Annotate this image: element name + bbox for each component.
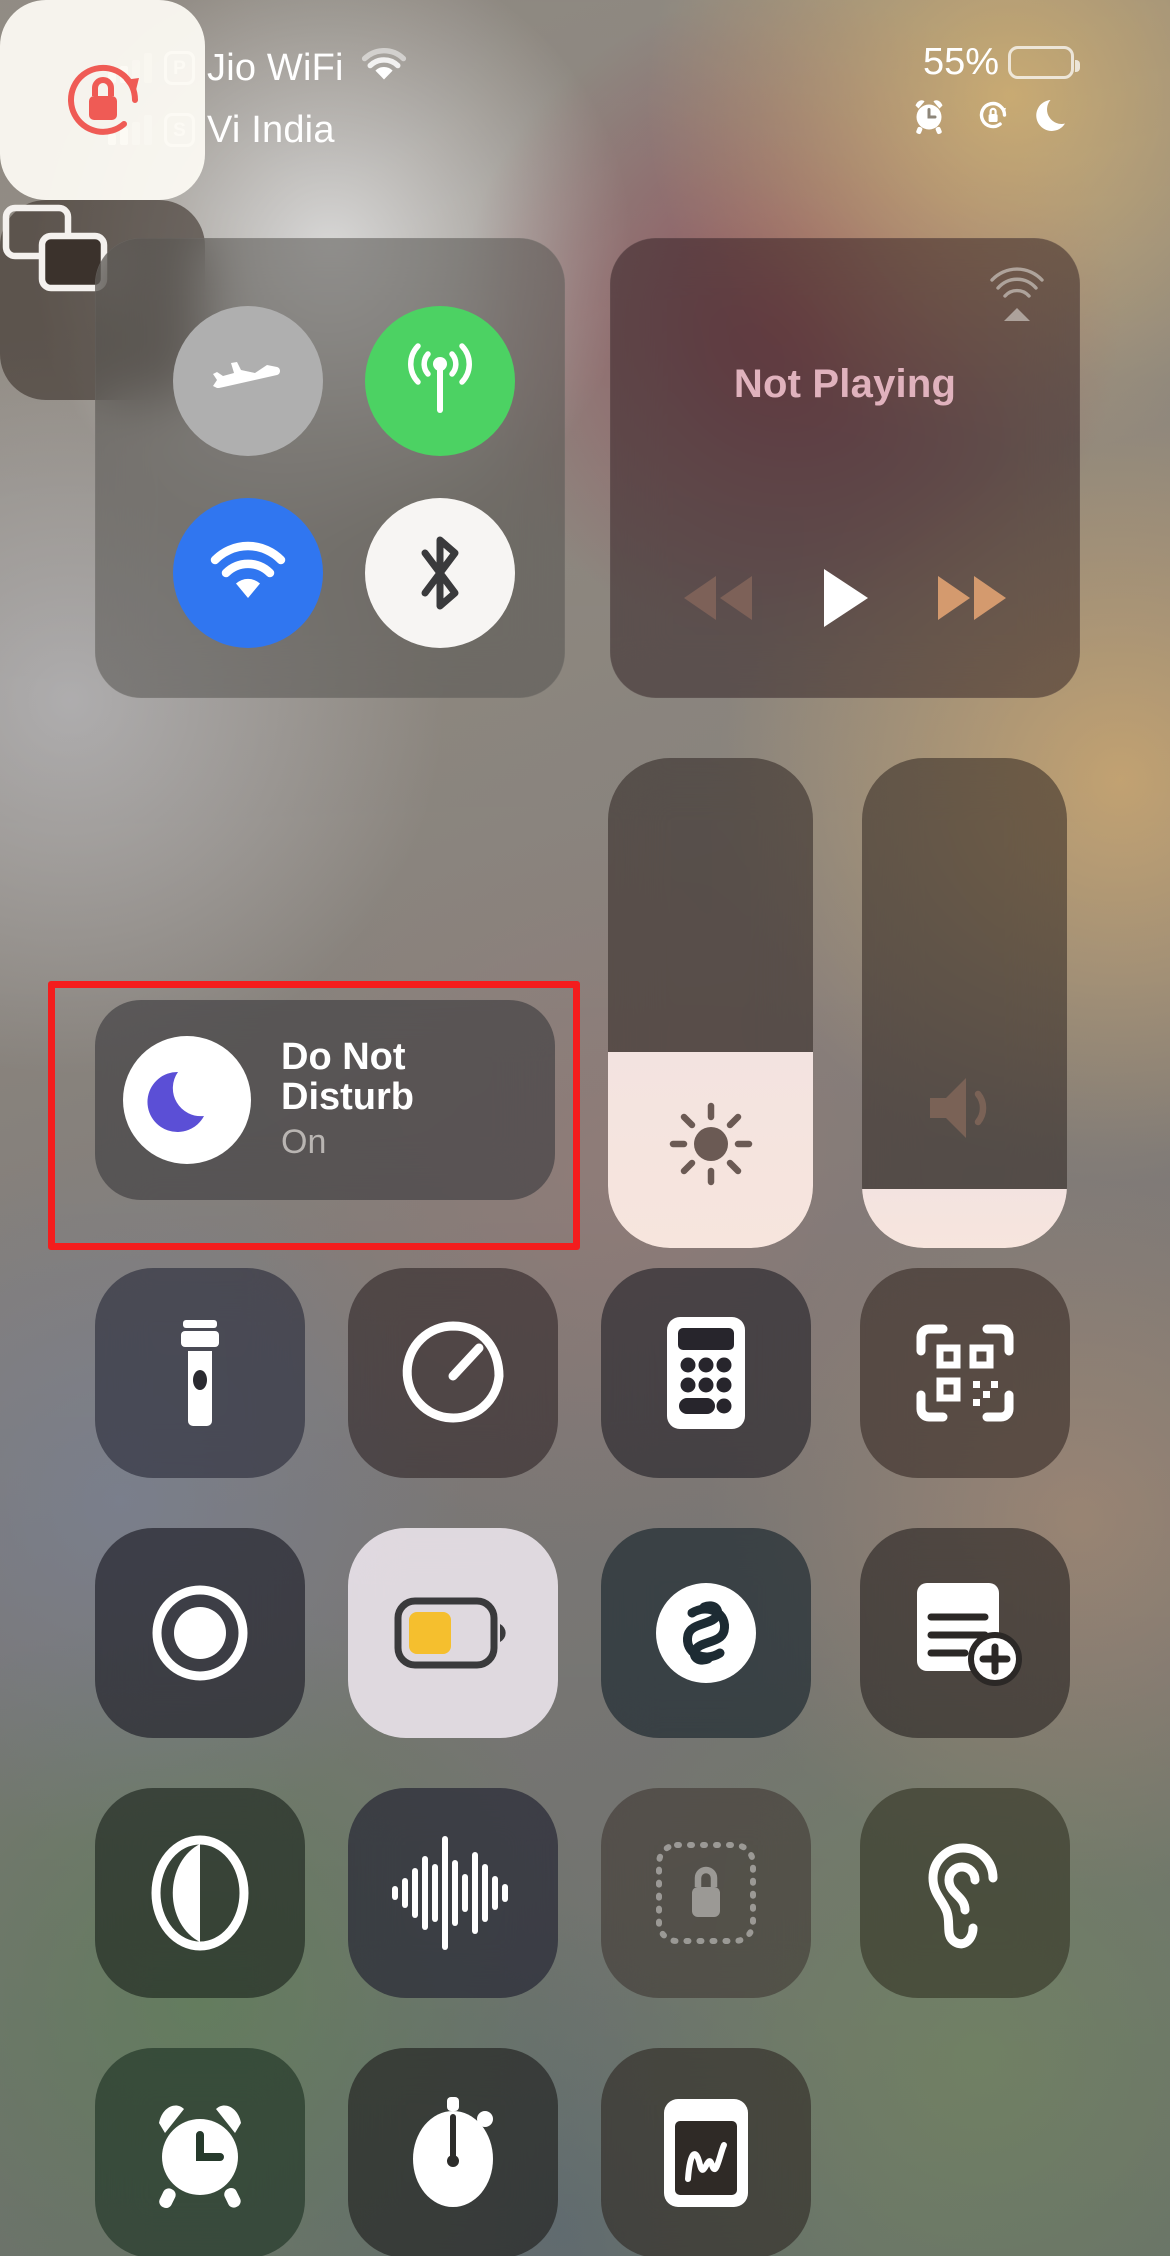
calculator-icon — [667, 1317, 745, 1429]
bluetooth-icon — [421, 536, 459, 610]
volume-icon — [862, 1072, 1067, 1144]
media-transport-controls — [610, 560, 1080, 636]
guided-access-tile[interactable] — [601, 1788, 811, 1998]
volume-slider-fill — [862, 1189, 1067, 1248]
dnd-icon-circle — [123, 1036, 251, 1164]
now-playing-module[interactable]: Not Playing — [610, 238, 1080, 698]
code-scanner-tile[interactable] — [860, 1268, 1070, 1478]
timer-icon — [401, 1320, 505, 1426]
flashlight-tile[interactable] — [95, 1268, 305, 1478]
connectivity-module[interactable] — [95, 238, 565, 698]
cellular-antenna-icon — [408, 343, 472, 413]
ear-icon — [917, 1836, 1013, 1950]
wifi-icon — [210, 541, 286, 598]
voice-memos-tile[interactable] — [348, 1788, 558, 1998]
fast-forward-button[interactable] — [912, 560, 1032, 636]
dark-mode-icon — [149, 1835, 251, 1951]
rotation-lock-tile[interactable] — [0, 0, 205, 200]
stopwatch-icon — [403, 2095, 503, 2211]
dnd-title: Do Not Disturb — [281, 1035, 414, 1118]
cellular-data-button[interactable] — [365, 306, 515, 456]
wifi-button[interactable] — [173, 498, 323, 648]
moon-icon — [147, 1071, 204, 1132]
low-power-mode-tile[interactable] — [348, 1528, 558, 1738]
calculator-tile[interactable] — [601, 1268, 811, 1478]
lock-dotted-icon — [651, 1837, 761, 1949]
waveform-icon — [388, 1833, 518, 1953]
timer-tile[interactable] — [348, 1268, 558, 1478]
airplane-mode-button[interactable] — [173, 306, 323, 456]
volume-slider[interactable] — [862, 758, 1067, 1248]
screen-mirroring-icon — [2, 204, 108, 292]
dark-mode-tile[interactable] — [95, 1788, 305, 1998]
brightness-icon — [608, 1098, 813, 1190]
magnifier-card-icon — [658, 2095, 754, 2211]
alarm-clock-icon — [144, 2095, 256, 2211]
fast-forward-icon — [938, 576, 1006, 620]
qr-code-icon — [913, 1321, 1017, 1425]
control-center-screen: P Jio WiFi S Vi India 55% — [0, 0, 1170, 2256]
magnifier-tile[interactable] — [601, 2048, 811, 2256]
battery-low-icon — [394, 1597, 511, 1669]
do-not-disturb-tile[interactable]: Do Not Disturb On — [95, 1000, 555, 1200]
now-playing-title: Not Playing — [733, 362, 957, 406]
control-center: Not Playing Do Not Disturb On — [0, 0, 1170, 2256]
rewind-button[interactable] — [658, 560, 778, 636]
screen-recording-tile[interactable] — [95, 1528, 305, 1738]
shazam-icon — [652, 1579, 760, 1687]
airplay-icon[interactable] — [988, 264, 1046, 327]
alarm-tile[interactable] — [95, 2048, 305, 2256]
dnd-text-block: Do Not Disturb On — [281, 1035, 491, 1163]
stopwatch-tile[interactable] — [348, 2048, 558, 2256]
play-button[interactable] — [785, 560, 905, 636]
airplane-icon — [213, 362, 280, 388]
hearing-tile[interactable] — [860, 1788, 1070, 1998]
new-note-icon — [907, 1579, 1023, 1687]
flashlight-icon — [157, 1318, 243, 1428]
dnd-state: On — [281, 1123, 327, 1162]
record-icon — [148, 1581, 252, 1685]
brightness-slider[interactable] — [608, 758, 813, 1248]
play-icon — [824, 569, 868, 627]
rewind-icon — [684, 576, 752, 620]
rotation-lock-icon — [67, 64, 139, 135]
music-recognition-tile[interactable] — [601, 1528, 811, 1738]
bluetooth-button[interactable] — [365, 498, 515, 648]
notes-tile[interactable] — [860, 1528, 1070, 1738]
